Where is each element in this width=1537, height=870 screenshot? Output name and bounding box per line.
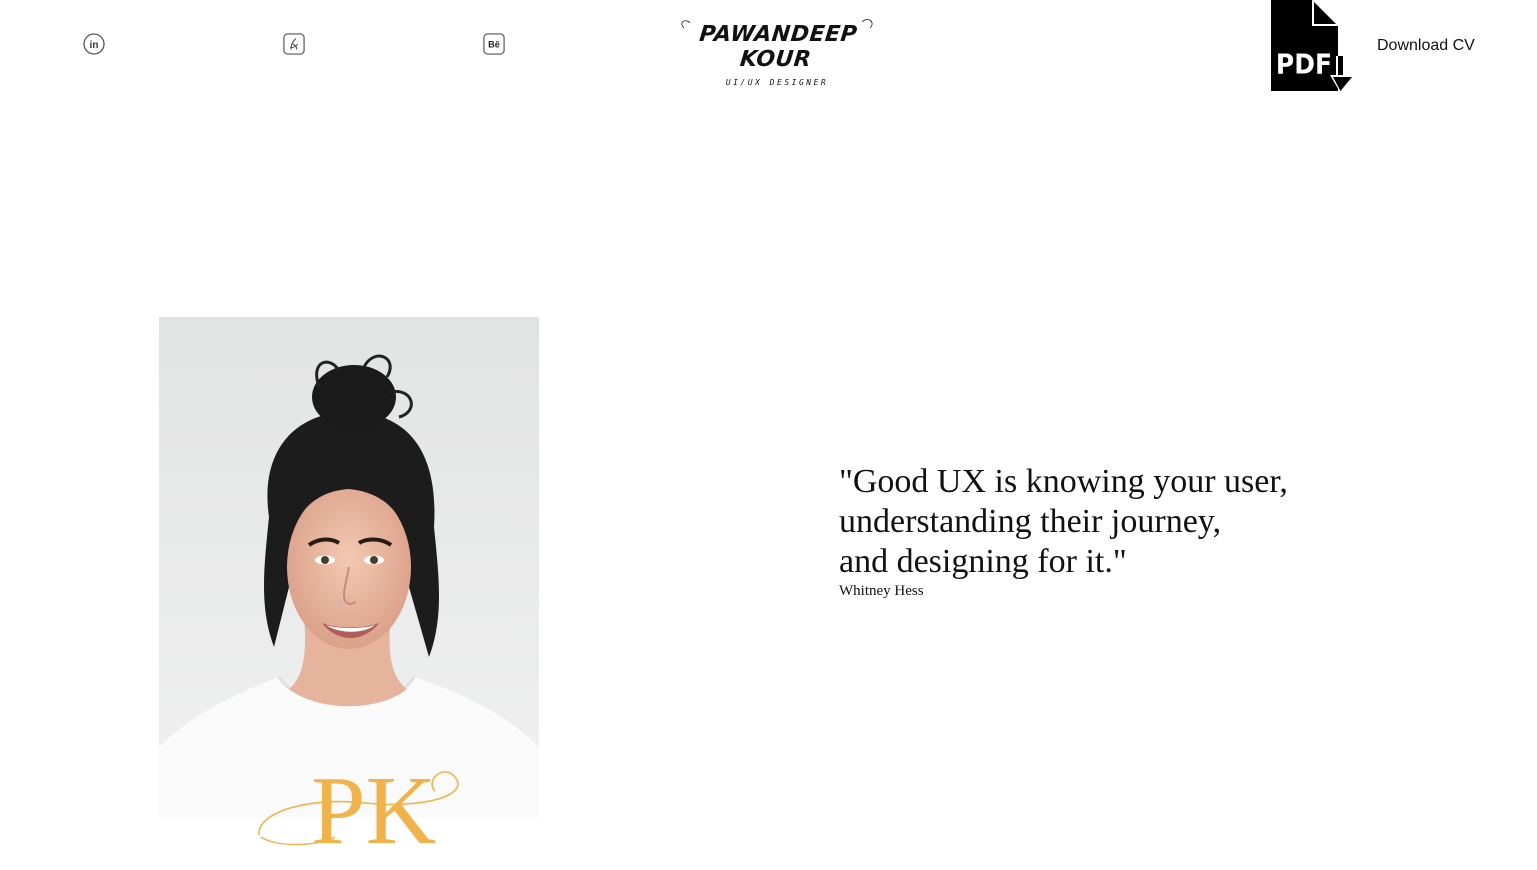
dribbble-icon — [283, 33, 305, 55]
site-header: in Bē PAWANDEEP KOUR UI/UX DESIGNER PDF — [0, 0, 1537, 100]
monogram-letters: PK — [311, 757, 436, 865]
linkedin-icon: in — [83, 33, 105, 55]
behance-link[interactable]: Bē — [483, 33, 505, 55]
portrait-photo — [159, 317, 539, 817]
pdf-download-icon[interactable]: PDF — [1268, 0, 1360, 96]
quote-line-1: "Good UX is knowing your user, — [839, 463, 1288, 500]
logo-name: PAWANDEEP KOUR — [698, 22, 859, 72]
download-cv-link[interactable]: Download CV — [1377, 37, 1475, 55]
pdf-label: PDF — [1276, 50, 1332, 81]
pk-monogram: PK — [255, 755, 470, 865]
dribbble-link[interactable] — [283, 33, 305, 55]
linkedin-link[interactable]: in — [83, 33, 105, 55]
quote-block: "Good UX is knowing your user, understan… — [839, 462, 1359, 600]
svg-text:Bē: Bē — [488, 40, 500, 50]
behance-icon: Bē — [483, 33, 505, 55]
quote-author: Whitney Hess — [839, 583, 924, 599]
svg-text:in: in — [90, 40, 99, 51]
site-logo[interactable]: PAWANDEEP KOUR UI/UX DESIGNER — [672, 14, 882, 87]
quote-line-3: and designing for it." — [839, 543, 1127, 580]
quote-line-2: understanding their journey, — [839, 503, 1222, 540]
logo-subtitle: UI/UX DESIGNER — [725, 78, 829, 87]
